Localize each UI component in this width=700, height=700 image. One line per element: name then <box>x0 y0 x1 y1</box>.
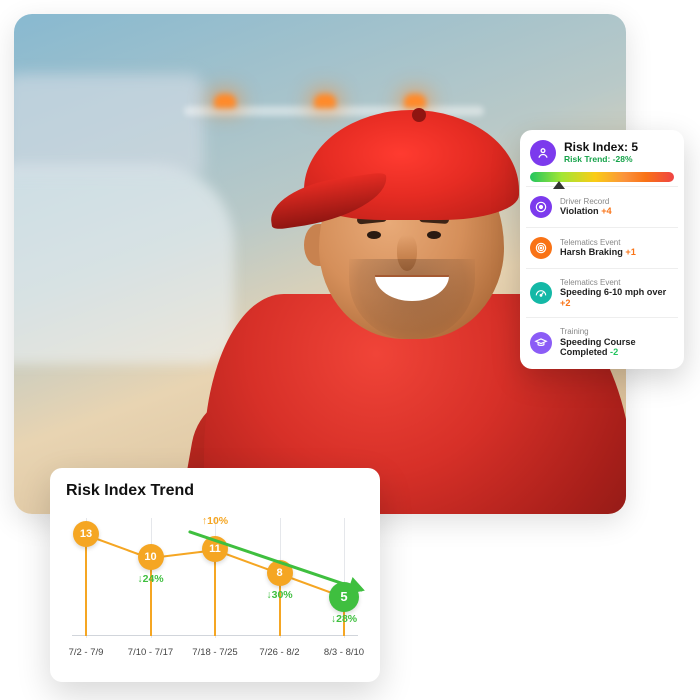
risk-item-delta: +2 <box>560 298 570 308</box>
chart-x-label: 7/10 - 7/17 <box>128 647 173 658</box>
risk-index-icon <box>530 140 556 166</box>
risk-item-icon <box>530 196 552 218</box>
chart-delta-label: 28% <box>331 613 357 625</box>
chart-x-label: 8/3 - 8/10 <box>324 647 364 658</box>
chart-x-label: 7/2 - 7/9 <box>69 647 104 658</box>
risk-trend-card[interactable]: Risk Index Trend 7/2 - 7/9 7/10 - 7/17 7/1… <box>50 468 380 682</box>
risk-item-label: Speeding Course Completed -2 <box>560 337 674 358</box>
risk-item-delta: -2 <box>610 347 618 357</box>
chart-point: 5 <box>329 582 359 612</box>
risk-item-category: Telematics Event <box>560 278 674 287</box>
risk-item[interactable]: Telematics EventHarsh Braking +1 <box>530 232 674 264</box>
risk-item-delta: +1 <box>625 247 635 257</box>
chart-delta-label: 24% <box>137 573 163 585</box>
risk-gauge <box>530 172 674 182</box>
risk-item-category: Telematics Event <box>560 238 636 247</box>
risk-index-card[interactable]: Risk Index: 5 Risk Trend: -28% Driver Re… <box>520 130 684 369</box>
risk-item-icon <box>530 282 552 304</box>
chart-x-label: 7/18 - 7/25 <box>192 647 237 658</box>
chart-point: 10 <box>138 544 164 570</box>
risk-index-header: Risk Index: 5 Risk Trend: -28% <box>530 140 674 166</box>
chart-point: 8 <box>267 560 293 586</box>
risk-item-delta: +4 <box>601 206 611 216</box>
gauge-pointer-icon <box>553 181 565 189</box>
risk-item-category: Driver Record <box>560 197 612 206</box>
chart-point: 13 <box>73 521 99 547</box>
risk-item-label: Harsh Braking +1 <box>560 247 636 258</box>
risk-item[interactable]: Telematics EventSpeeding 6-10 mph over +… <box>530 273 674 313</box>
risk-item-label: Speeding 6-10 mph over +2 <box>560 287 674 308</box>
chart-delta-label: 10% <box>202 515 228 527</box>
risk-item-icon <box>530 332 552 354</box>
risk-index-title: Risk Index: 5 <box>564 140 638 154</box>
risk-trend-subtitle: Risk Trend: -28% <box>564 154 638 164</box>
risk-trend-chart: 7/2 - 7/9 7/10 - 7/17 7/18 - 7/25 7/26 - 8/… <box>66 504 364 664</box>
trend-title: Risk Index Trend <box>66 482 364 500</box>
risk-item-category: Training <box>560 327 674 336</box>
chart-x-label: 7/26 - 8/2 <box>259 647 299 658</box>
risk-item-icon <box>530 237 552 259</box>
chart-point: 11 <box>202 536 228 562</box>
risk-item[interactable]: TrainingSpeeding Course Completed -2 <box>530 322 674 362</box>
risk-item-label: Violation +4 <box>560 206 612 217</box>
chart-delta-label: 30% <box>266 589 292 601</box>
risk-item[interactable]: Driver RecordViolation +4 <box>530 191 674 223</box>
